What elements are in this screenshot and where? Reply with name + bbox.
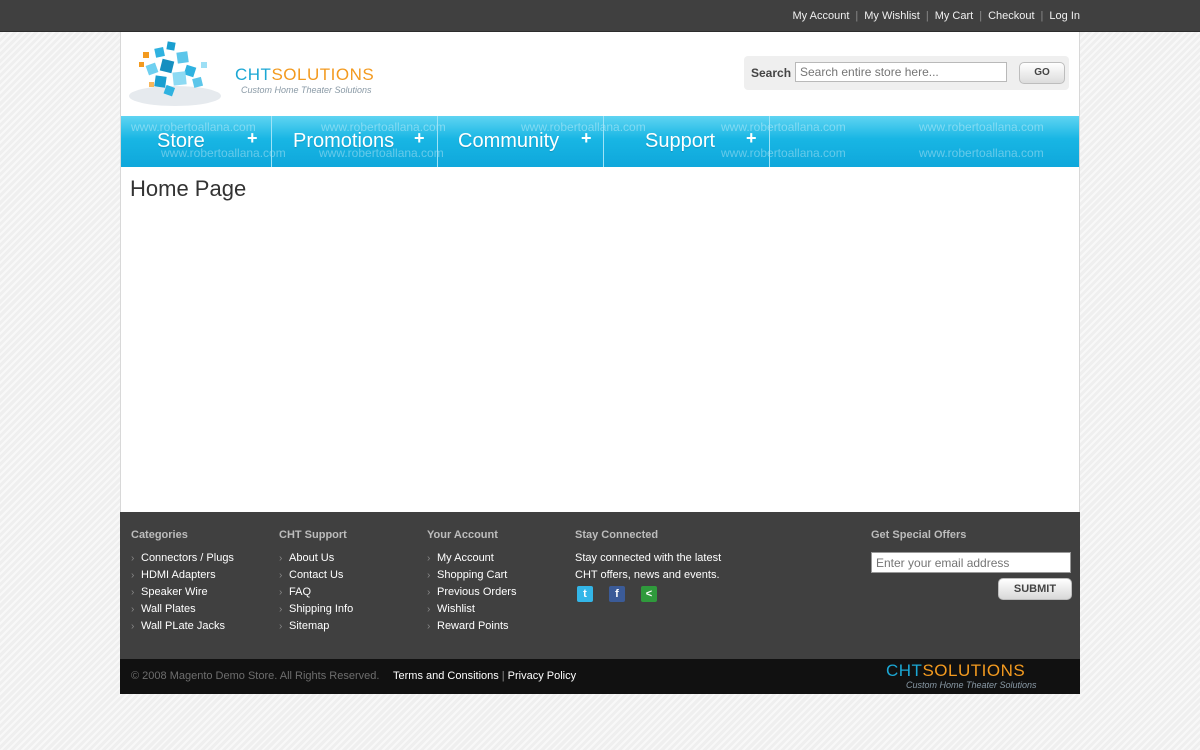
nav-item-label: Community bbox=[458, 130, 560, 152]
watermark: www.robertoallana.com bbox=[919, 120, 1044, 134]
footer-link-hdmi-adapters[interactable]: HDMI Adapters bbox=[131, 567, 234, 584]
footer-link-about-us[interactable]: About Us bbox=[279, 550, 353, 567]
twitter-icon[interactable]: t bbox=[577, 586, 593, 602]
bottom-links: Terms and Consitions | Privacy Policy bbox=[393, 670, 576, 682]
newsletter-submit-button[interactable]: SUBMIT bbox=[998, 578, 1072, 600]
footer-link-my-account[interactable]: My Account bbox=[427, 550, 516, 567]
plus-icon: + bbox=[746, 128, 757, 148]
nav-item-support[interactable]: Support + bbox=[604, 116, 770, 167]
footer-link-reward-points[interactable]: Reward Points bbox=[427, 618, 516, 635]
footer-link-shopping-cart[interactable]: Shopping Cart bbox=[427, 567, 516, 584]
footer-offers: Get Special Offers bbox=[871, 529, 966, 550]
top-link-my-wishlist[interactable]: My Wishlist bbox=[864, 10, 920, 22]
footer-link-wall-plates[interactable]: Wall Plates bbox=[131, 601, 234, 618]
search-input[interactable] bbox=[795, 62, 1007, 82]
footer-logo-wordmark: CHTSOLUTIONS bbox=[886, 662, 1037, 680]
page-title: Home Page bbox=[130, 176, 247, 201]
social-links: t f < bbox=[575, 586, 735, 602]
nav-item-community[interactable]: Community + bbox=[438, 116, 604, 167]
newsletter-email-input[interactable] bbox=[871, 552, 1071, 573]
footer-link-shipping-info[interactable]: Shipping Info bbox=[279, 601, 353, 618]
footer-link-previous-orders[interactable]: Previous Orders bbox=[427, 584, 516, 601]
page-container: CHTSOLUTIONS Custom Home Theater Solutio… bbox=[120, 32, 1080, 512]
footer-logo-tagline: Custom Home Theater Solutions bbox=[906, 680, 1037, 690]
top-links: My Account | My Wishlist | My Cart | Checkout |… bbox=[793, 10, 1080, 22]
nav-item-label: Promotions bbox=[293, 130, 395, 152]
nav-item-promotions[interactable]: Promotions + bbox=[272, 116, 438, 167]
copyright-text: © 2008 Magento Demo Store. All Rights Re… bbox=[131, 670, 380, 682]
footer-heading: Stay Connected bbox=[575, 529, 659, 541]
footer-link-wall-plate-jacks[interactable]: Wall PLate Jacks bbox=[131, 618, 234, 635]
search-go-button[interactable]: GO bbox=[1019, 62, 1065, 84]
footer-link-connectors[interactable]: Connectors / Plugs bbox=[131, 550, 234, 567]
site-logo[interactable]: CHTSOLUTIONS Custom Home Theater Solutio… bbox=[127, 36, 417, 106]
bottom-bar: © 2008 Magento Demo Store. All Rights Re… bbox=[120, 659, 1080, 694]
footer-link-contact-us[interactable]: Contact Us bbox=[279, 567, 353, 584]
separator: | bbox=[925, 10, 929, 22]
search-label: Search bbox=[751, 66, 792, 80]
separator: | bbox=[979, 10, 983, 22]
footer-logo-solutions: SOLUTIONS bbox=[922, 661, 1026, 680]
logo-wordmark-solutions: SOLUTIONS bbox=[271, 65, 375, 84]
main-nav: www.robertoallana.com www.robertoallana.… bbox=[121, 116, 1079, 167]
separator: | bbox=[501, 670, 505, 682]
top-bar: My Account | My Wishlist | My Cart | Checkout |… bbox=[0, 0, 1200, 32]
footer-logo-cht: CHT bbox=[886, 661, 923, 680]
separator: | bbox=[1040, 10, 1044, 22]
nav-item-store[interactable]: Store + bbox=[121, 116, 272, 167]
plus-icon: + bbox=[414, 128, 425, 148]
footer-heading: CHT Support bbox=[279, 529, 347, 541]
footer-link-speaker-wire[interactable]: Speaker Wire bbox=[131, 584, 234, 601]
watermark: www.robertoallana.com bbox=[919, 146, 1044, 160]
stay-connected-text: Stay connected with the latest CHT offer… bbox=[575, 552, 722, 581]
terms-link[interactable]: Terms and Consitions bbox=[393, 670, 499, 682]
footer-link-wishlist[interactable]: Wishlist bbox=[427, 601, 516, 618]
footer: Categories Connectors / Plugs HDMI Adapt… bbox=[120, 512, 1080, 659]
footer-logo[interactable]: CHTSOLUTIONS Custom Home Theater Solutio… bbox=[886, 662, 1037, 691]
top-link-checkout[interactable]: Checkout bbox=[988, 10, 1034, 22]
logo-wordmark-cht: CHT bbox=[235, 65, 272, 84]
top-link-my-cart[interactable]: My Cart bbox=[935, 10, 974, 22]
nav-item-label: Store bbox=[157, 130, 205, 152]
logo-graphic-icon bbox=[129, 41, 221, 106]
footer-link-sitemap[interactable]: Sitemap bbox=[279, 618, 353, 635]
footer-account: Your Account My Account Shopping Cart Pr… bbox=[427, 529, 516, 635]
plus-icon: + bbox=[581, 128, 592, 148]
search-box: Search GO bbox=[744, 56, 1069, 90]
nav-item-label: Support bbox=[645, 130, 716, 152]
privacy-link[interactable]: Privacy Policy bbox=[508, 670, 576, 682]
footer-stay-connected: Stay Connected Stay connected with the l… bbox=[575, 529, 735, 602]
footer-support: CHT Support About Us Contact Us FAQ Ship… bbox=[279, 529, 353, 635]
footer-link-faq[interactable]: FAQ bbox=[279, 584, 353, 601]
separator: | bbox=[855, 10, 859, 22]
footer-heading: Your Account bbox=[427, 529, 498, 541]
footer-heading: Get Special Offers bbox=[871, 529, 967, 541]
logo-wordmark: CHTSOLUTIONS bbox=[235, 66, 374, 84]
footer-heading: Categories bbox=[131, 529, 188, 541]
logo-tagline: Custom Home Theater Solutions bbox=[241, 85, 372, 95]
facebook-icon[interactable]: f bbox=[609, 586, 625, 602]
plus-icon: + bbox=[247, 128, 258, 148]
top-link-my-account[interactable]: My Account bbox=[793, 10, 850, 22]
footer-categories: Categories Connectors / Plugs HDMI Adapt… bbox=[131, 529, 234, 635]
top-link-log-in[interactable]: Log In bbox=[1049, 10, 1080, 22]
share-icon[interactable]: < bbox=[641, 586, 657, 602]
